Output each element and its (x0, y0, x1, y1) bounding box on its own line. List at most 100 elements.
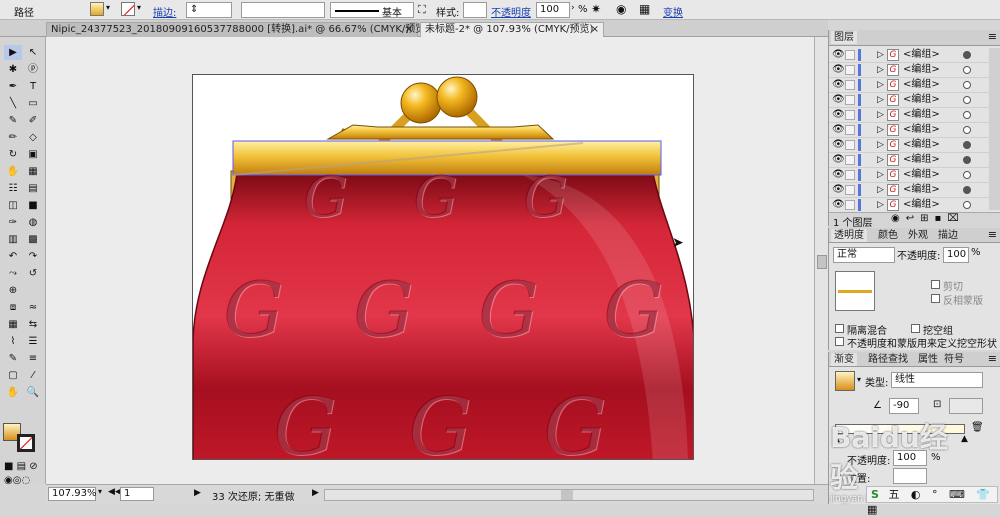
expand-triangle-icon[interactable]: ▷ (877, 48, 884, 62)
tool-icon[interactable]: ■ (24, 198, 42, 213)
eye-icon[interactable]: 👁 (832, 198, 845, 212)
target-circle-icon[interactable] (963, 156, 971, 164)
eye-icon[interactable]: 👁 (832, 168, 845, 182)
target-circle-icon[interactable] (963, 51, 971, 59)
target-circle-icon[interactable] (963, 186, 971, 194)
expand-triangle-icon[interactable]: ▷ (877, 123, 884, 137)
layer-row[interactable]: 👁 ▷ G <编组> (829, 153, 989, 168)
expand-triangle-icon[interactable]: ▷ (877, 63, 884, 77)
tool-icon[interactable]: ◫ (4, 198, 22, 213)
eye-icon[interactable]: 👁 (832, 108, 845, 122)
lock-toggle[interactable] (845, 95, 855, 105)
tool-icon[interactable]: ◇ (24, 130, 42, 145)
tool-icon[interactable]: ⁄ (24, 368, 42, 383)
layer-row[interactable]: 👁 ▷ G <编组> (829, 93, 989, 108)
tab-nipic-document[interactable]: Nipic_24377523_20180909160537788000 [转换]… (46, 22, 429, 37)
stroke-color-swatch[interactable] (17, 434, 35, 452)
layer-row[interactable]: 👁 ▷ G <编组> (829, 63, 989, 78)
expand-triangle-icon[interactable]: ▷ (877, 183, 884, 197)
layer-row[interactable]: 👁 ▷ G <编组> (829, 198, 989, 213)
tool-icon[interactable]: ✒ (4, 79, 22, 94)
tool-icon[interactable]: ▦ (4, 317, 22, 332)
lock-toggle[interactable] (845, 110, 855, 120)
lock-toggle[interactable] (845, 65, 855, 75)
lock-toggle[interactable] (845, 50, 855, 60)
target-circle-icon[interactable] (963, 96, 971, 104)
angle-field[interactable]: -90 (889, 398, 919, 414)
chevron-down-icon[interactable]: ▾ (98, 487, 102, 496)
chevron-down-icon[interactable]: ▾ (857, 375, 861, 384)
tool-icon[interactable]: ⧈ (4, 300, 22, 315)
expand-triangle-icon[interactable]: ▷ (877, 153, 884, 167)
isolate-blending-checkbox[interactable] (835, 324, 844, 333)
tool-icon[interactable]: ▶ (4, 45, 22, 60)
variable-width-select[interactable] (241, 2, 325, 18)
layer-row[interactable]: 👁 ▷ G <编组> (829, 138, 989, 153)
tool-icon[interactable]: ↷ (24, 249, 42, 264)
tool-icon[interactable]: ≡ (24, 351, 42, 366)
eye-icon[interactable]: 👁 (832, 153, 845, 167)
target-circle-icon[interactable] (963, 81, 971, 89)
eye-icon[interactable]: 👁 (832, 93, 845, 107)
ime-toolbar[interactable]: S 五 ◐ ° ⌨ 👕 ▦ (866, 486, 998, 516)
eye-icon[interactable]: 👁 (832, 48, 845, 62)
tool-icon[interactable]: ⊕ (4, 283, 22, 298)
target-circle-icon[interactable] (963, 126, 971, 134)
tab-color[interactable]: 颜色 (875, 229, 901, 242)
panel-menu-icon[interactable]: ≡ (988, 30, 997, 43)
brush-select[interactable]: 基本 (330, 2, 414, 19)
tab-appearance[interactable]: 外观 (905, 229, 931, 242)
tool-icon[interactable]: ↶ (4, 249, 22, 264)
tool-icon[interactable]: ◍ (24, 215, 42, 230)
tool-icon[interactable]: ▣ (24, 147, 42, 162)
stroke-link[interactable]: 描边: (153, 4, 176, 19)
tool-icon[interactable]: ⤳ (4, 266, 22, 281)
knockout-group-checkbox[interactable] (911, 324, 920, 333)
layer-row[interactable]: 👁 ▷ G <编组> (829, 48, 989, 63)
transform-link[interactable]: 变换 (663, 4, 683, 19)
opacity-link[interactable]: 不透明度 (491, 4, 531, 19)
eye-icon[interactable]: 👁 (832, 123, 845, 137)
expand-triangle-icon[interactable]: ▷ (877, 108, 884, 122)
ime-logo-icon[interactable]: S (871, 488, 879, 501)
chevron-down-icon[interactable]: ▾ (137, 3, 141, 12)
target-circle-icon[interactable] (963, 111, 971, 119)
stroke-weight-field[interactable]: ⇕ (186, 2, 232, 18)
close-icon[interactable]: × (591, 23, 599, 37)
vertical-scrollbar[interactable] (814, 37, 828, 484)
tab-pathfinder[interactable]: 路径查找 (865, 353, 911, 366)
lock-toggle[interactable] (845, 200, 855, 210)
target-circle-icon[interactable] (963, 141, 971, 149)
zoom-field[interactable]: 107.93% (48, 487, 97, 501)
transform-grid-icon[interactable]: ▦ (639, 2, 650, 16)
recolor-icon[interactable]: ✷ (591, 2, 601, 16)
artboard[interactable]: G G G G G G G G G G (192, 74, 694, 460)
tool-icon[interactable]: ☰ (24, 334, 42, 349)
layer-actions-icon[interactable]: ◉↩⊞▪⌧ (891, 213, 965, 224)
layer-row[interactable]: 👁 ▷ G <编组> (829, 78, 989, 93)
tool-icon[interactable]: ✎ (4, 113, 22, 128)
eye-icon[interactable]: 👁 (832, 78, 845, 92)
tool-icon[interactable]: ⌇ (4, 334, 22, 349)
eye-icon[interactable]: 👁 (832, 183, 845, 197)
close-icon[interactable]: × (405, 23, 413, 37)
lock-toggle[interactable] (845, 140, 855, 150)
globe-icon[interactable]: ◉ (616, 2, 626, 16)
tool-icon[interactable]: ▩ (24, 232, 42, 247)
tool-icon[interactable]: ≈ (24, 300, 42, 315)
tool-icon[interactable]: ✏ (4, 130, 22, 145)
invert-mask-checkbox[interactable] (931, 294, 940, 303)
gradient-swatch[interactable] (835, 371, 855, 391)
clip-checkbox[interactable] (931, 280, 940, 289)
tool-icon[interactable]: ⓟ (24, 62, 42, 77)
layers-tab[interactable]: 图层 (831, 31, 857, 44)
panel-menu-icon[interactable]: ≡ (988, 352, 997, 365)
tool-icon[interactable]: 🔍 (24, 385, 42, 400)
align-icon[interactable]: ⛶ (418, 3, 426, 17)
lock-toggle[interactable] (845, 170, 855, 180)
gradient-type-select[interactable]: 线性 (891, 372, 983, 388)
canvas-area[interactable]: G G G G G G G G G G ➤ (46, 37, 814, 484)
style-swatch[interactable] (463, 2, 487, 18)
tab-gradient[interactable]: 渐变 (831, 353, 857, 366)
chevron-right-icon[interactable]: › (571, 3, 575, 13)
